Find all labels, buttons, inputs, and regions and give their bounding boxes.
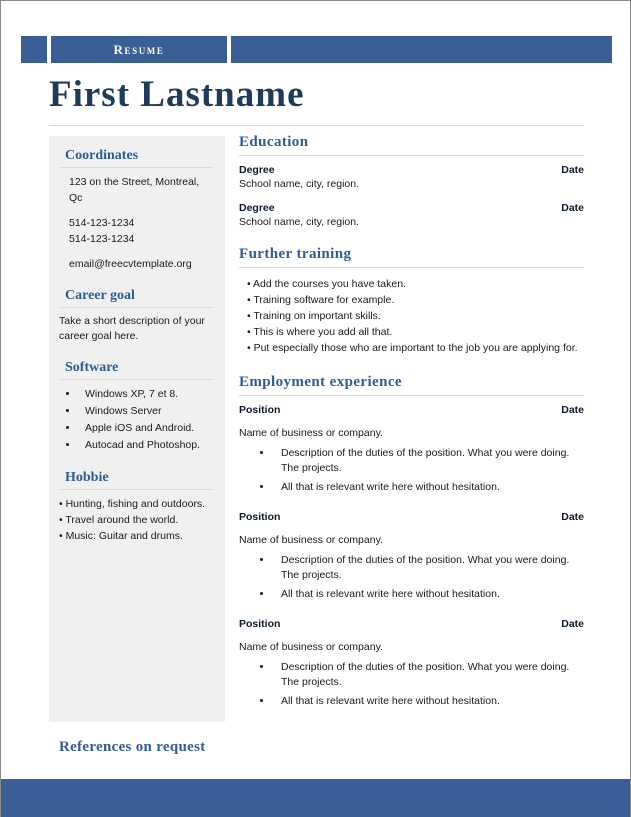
employment-entry: Position Date Name of business or compan…	[239, 511, 584, 602]
company-name: Name of business or company.	[239, 427, 383, 439]
school-name: School name, city, region.	[239, 216, 360, 228]
list-item: Description of the duties of the positio…	[273, 553, 584, 583]
title-divider	[49, 125, 584, 126]
contact-phone-2: 514-123-1234	[69, 233, 135, 245]
section-heading-education: Education	[239, 134, 309, 150]
school-name: School name, city, region.	[239, 178, 360, 190]
section-further-training: Further training • Add the courses you h…	[239, 246, 584, 356]
contact-phone-1: 514-123-1234	[69, 217, 135, 229]
list-item: • Music: Guitar and drums.	[59, 530, 183, 542]
page-title: First Lastname	[49, 74, 305, 115]
footer-bar	[1, 779, 630, 817]
entry-header: Degree Date	[239, 164, 584, 176]
date-label: Date	[561, 618, 584, 630]
education-entry: Degree Date School name, city, region.	[239, 164, 584, 190]
position-label: Position	[239, 618, 281, 630]
contact-email: email@freecvtemplate.org	[69, 258, 192, 270]
header-bar-segment-left	[21, 36, 47, 63]
resume-label: Resume	[113, 42, 165, 57]
list-item: Windows XP, 7 et 8.	[79, 386, 215, 403]
duties-list: Description of the duties of the positio…	[239, 660, 584, 709]
sidebar-heading-career-goal: Career goal	[65, 288, 135, 303]
employment-entry: Position Date Name of business or compan…	[239, 618, 584, 709]
sidebar-section-hobbie: Hobbie • Hunting, fishing and outdoors. …	[59, 470, 215, 544]
career-goal-text: Take a short description of your career …	[59, 315, 205, 342]
list-item: • Put especially those who are important…	[247, 342, 578, 354]
section-heading-employment: Employment experience	[239, 374, 402, 390]
sidebar-divider	[61, 489, 213, 490]
sidebar-section-software: Software Windows XP, 7 et 8. Windows Ser…	[59, 360, 215, 454]
employment-entry: Position Date Name of business or compan…	[239, 404, 584, 495]
company-name: Name of business or company.	[239, 534, 383, 546]
position-label: Position	[239, 511, 281, 523]
sidebar-heading-hobbie: Hobbie	[65, 470, 109, 485]
sidebar-section-career-goal: Career goal Take a short description of …	[59, 288, 215, 344]
entry-header: Position Date	[239, 618, 584, 630]
header-bar-segment-right	[231, 36, 612, 63]
list-item: • Add the courses you have taken.	[247, 278, 406, 290]
list-item: All that is relevant write here without …	[273, 694, 584, 709]
company-name: Name of business or company.	[239, 641, 383, 653]
list-item: Windows Server	[79, 403, 215, 420]
education-entry: Degree Date School name, city, region.	[239, 202, 584, 228]
list-item: Apple iOS and Android.	[79, 420, 215, 437]
list-item: Description of the duties of the positio…	[273, 446, 584, 476]
list-item: • Hunting, fishing and outdoors.	[59, 498, 206, 510]
section-education: Education Degree Date School name, city,…	[239, 134, 584, 228]
list-item: • Training on important skills.	[247, 310, 381, 322]
section-divider	[239, 267, 584, 268]
section-divider	[239, 395, 584, 396]
references-note: References on request	[59, 739, 206, 755]
date-label: Date	[561, 404, 584, 416]
main-content: Education Degree Date School name, city,…	[239, 134, 584, 727]
entry-header: Position Date	[239, 404, 584, 416]
entry-header: Position Date	[239, 511, 584, 523]
degree-label: Degree	[239, 202, 275, 214]
list-item: • Travel around the world.	[59, 514, 179, 526]
contact-address: 123 on the Street, Montreal, Qc	[69, 176, 200, 204]
list-item: All that is relevant write here without …	[273, 480, 584, 495]
list-item: • This is where you add all that.	[247, 326, 393, 338]
sidebar-divider	[61, 167, 213, 168]
section-divider	[239, 155, 584, 156]
sidebar-section-coordinates: Coordinates 123 on the Street, Montreal,…	[59, 148, 215, 272]
resume-page: Resume First Lastname Coordinates 123 on…	[0, 0, 631, 817]
list-item: All that is relevant write here without …	[273, 587, 584, 602]
duties-list: Description of the duties of the positio…	[239, 446, 584, 495]
sidebar-heading-software: Software	[65, 360, 119, 375]
section-heading-further-training: Further training	[239, 246, 352, 262]
sidebar: Coordinates 123 on the Street, Montreal,…	[49, 136, 225, 722]
section-employment-experience: Employment experience Position Date Name…	[239, 374, 584, 709]
list-item: Autocad and Photoshop.	[79, 437, 215, 454]
duties-list: Description of the duties of the positio…	[239, 553, 584, 602]
position-label: Position	[239, 404, 281, 416]
sidebar-divider	[61, 379, 213, 380]
header-bar: Resume	[1, 36, 630, 63]
date-label: Date	[561, 202, 584, 214]
software-list: Windows XP, 7 et 8. Windows Server Apple…	[59, 386, 215, 454]
date-label: Date	[561, 511, 584, 523]
sidebar-divider	[61, 307, 213, 308]
list-item: Description of the duties of the positio…	[273, 660, 584, 690]
entry-header: Degree Date	[239, 202, 584, 214]
sidebar-heading-coordinates: Coordinates	[65, 148, 139, 163]
degree-label: Degree	[239, 164, 275, 176]
date-label: Date	[561, 164, 584, 176]
list-item: • Training software for example.	[247, 294, 395, 306]
